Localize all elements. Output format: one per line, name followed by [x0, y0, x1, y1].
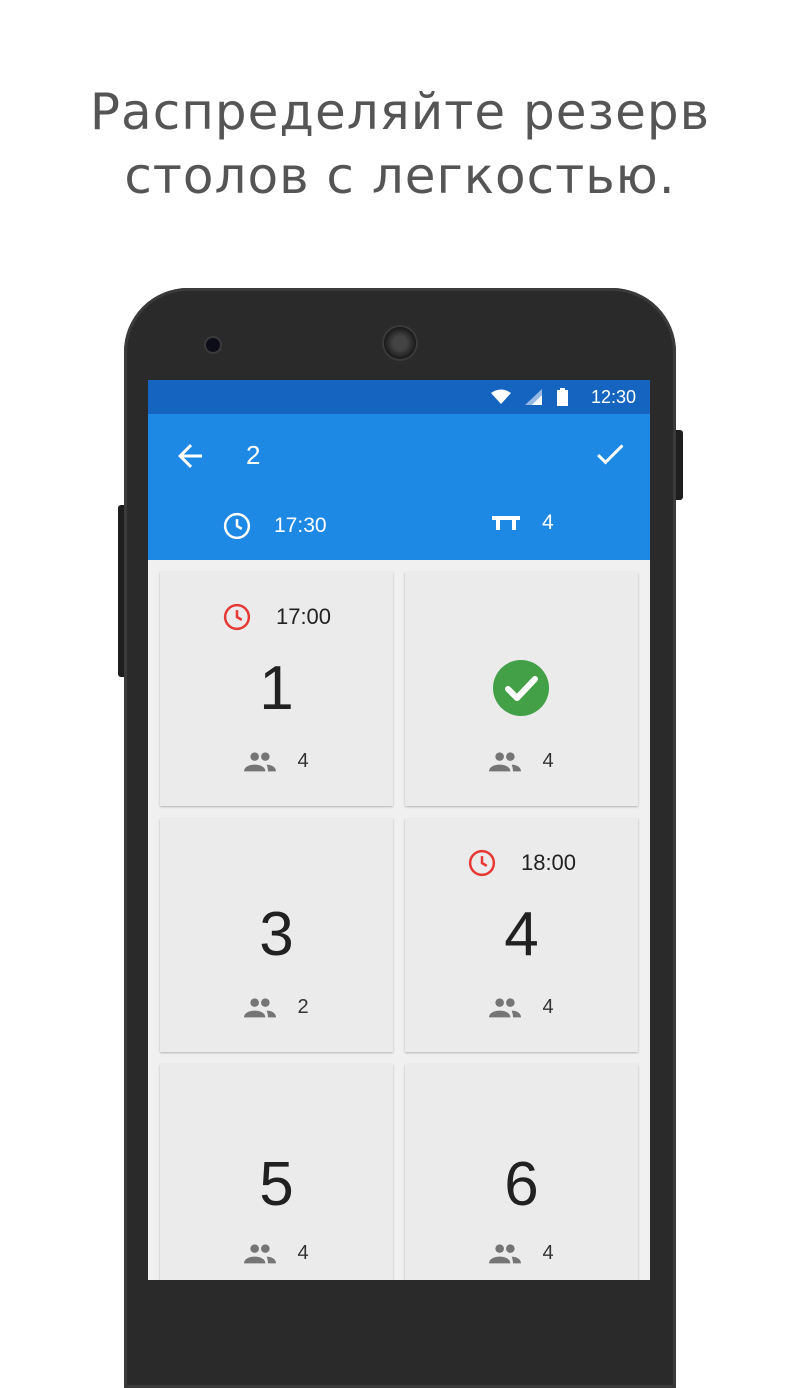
guest-count: 4 — [405, 1242, 638, 1265]
guest-count: 4 — [405, 996, 638, 1019]
guest-count-value: 4 — [297, 750, 309, 772]
status-bar: 12:30 — [148, 380, 650, 414]
table-number: 4 — [504, 900, 539, 969]
reservation-time-value: 17:30 — [274, 514, 327, 537]
promo-headline: Распределяйте резерв столов с легкостью. — [0, 80, 800, 208]
check-circle-icon — [493, 660, 549, 716]
people-icon — [488, 997, 521, 1017]
guest-count: 4 — [160, 750, 393, 773]
battery-icon — [557, 388, 568, 406]
table-card[interactable]: 5 4 — [160, 1064, 393, 1280]
app-bar: 2 17:30 4 — [148, 414, 650, 560]
table-icon — [492, 516, 520, 530]
headline-line-1: Распределяйте резерв — [89, 83, 711, 141]
reserved-time: 18:00 — [405, 848, 638, 878]
table-number: 3 — [259, 900, 294, 969]
guest-count: 2 — [160, 996, 393, 1019]
check-icon[interactable] — [592, 436, 628, 472]
guest-count-value: 4 — [542, 750, 554, 772]
arrow-back-icon[interactable] — [172, 438, 208, 474]
reserved-time-value: 17:00 — [275, 604, 332, 629]
phone-screen: 12:30 2 17:30 4 17:00 1 4 4 3 2 18:00 4 … — [148, 380, 650, 1280]
status-time: 12:30 — [590, 387, 636, 407]
people-icon — [243, 997, 276, 1017]
reserved-time: 17:00 — [160, 602, 393, 632]
table-card[interactable]: 3 2 — [160, 818, 393, 1052]
table-title: 2 — [246, 440, 261, 470]
table-card-selected[interactable]: 4 — [405, 572, 638, 806]
guest-count: 4 — [160, 1242, 393, 1265]
table-number: 6 — [504, 1150, 539, 1219]
reservation-time[interactable]: 17:30 — [222, 511, 327, 541]
reserved-time-value: 18:00 — [520, 850, 577, 875]
table-card[interactable]: 17:00 1 4 — [160, 572, 393, 806]
people-icon — [488, 751, 521, 771]
seat-count-value: 4 — [542, 511, 554, 534]
guest-count-value: 4 — [297, 1242, 309, 1264]
people-icon — [243, 751, 276, 771]
people-icon — [488, 1243, 521, 1263]
seat-count[interactable]: 4 — [492, 511, 554, 535]
table-card[interactable]: 6 4 — [405, 1064, 638, 1280]
camera-icon — [206, 338, 220, 352]
guest-count-value: 4 — [542, 1242, 554, 1264]
clock-icon — [468, 849, 496, 877]
headline-line-2: столов с легкостью. — [124, 147, 676, 205]
signal-icon — [525, 389, 542, 405]
table-number: 5 — [259, 1150, 294, 1219]
table-number: 1 — [259, 654, 294, 723]
guest-count-value: 4 — [542, 996, 554, 1018]
clock-icon — [223, 512, 251, 540]
wifi-icon — [491, 389, 511, 404]
clock-icon — [223, 603, 251, 631]
table-card[interactable]: 18:00 4 4 — [405, 818, 638, 1052]
guest-count: 4 — [405, 750, 638, 773]
guest-count-value: 2 — [297, 996, 309, 1018]
speaker-icon — [384, 327, 416, 359]
people-icon — [243, 1243, 276, 1263]
